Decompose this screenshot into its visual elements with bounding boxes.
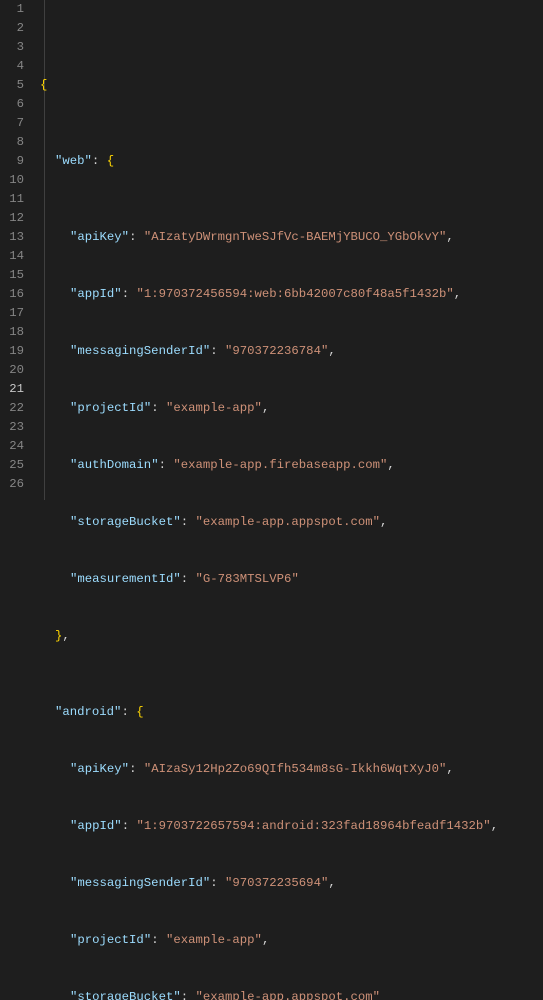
json-key: measurementId [77,572,173,586]
json-key: appId [77,287,114,301]
code-area[interactable]: { "web": { "apiKey": "AIzatyDWrmgnTweSJf… [36,0,543,500]
json-key: apiKey [77,230,121,244]
json-key: appId [77,819,114,833]
line-number: 2 [0,19,24,38]
line-number: 11 [0,190,24,209]
code-line[interactable]: "apiKey": "AIzaSy12Hp2Zo69QIfh534m8sG-Ik… [40,760,543,779]
code-line[interactable]: }, [40,627,543,646]
line-number: 26 [0,475,24,494]
line-number: 23 [0,418,24,437]
line-number: 4 [0,57,24,76]
json-key: android [62,705,114,719]
json-value: example-app [173,933,254,947]
code-line[interactable]: "android": { [40,703,543,722]
json-value: example-app.appspot.com [203,990,373,1000]
code-line[interactable]: "measurementId": "G-783MTSLVP6" [40,570,543,589]
json-key: apiKey [77,762,121,776]
json-key: projectId [77,401,143,415]
json-value: example-app [173,401,254,415]
line-number: 13 [0,228,24,247]
json-key: storageBucket [77,515,173,529]
line-number: 10 [0,171,24,190]
json-value: AIzaSy12Hp2Zo69QIfh534m8sG-Ikkh6WqtXyJ0 [151,762,439,776]
json-value: AIzatyDWrmgnTweSJfVc-BAEMjYBUCO_YGbOkvY [151,230,439,244]
json-key: messagingSenderId [77,876,202,890]
code-line[interactable]: "messagingSenderId": "970372236784", [40,342,543,361]
code-line[interactable]: { [40,76,543,95]
line-number: 20 [0,361,24,380]
line-number: 5 [0,76,24,95]
json-key: web [62,154,84,168]
line-number-gutter: 1 2 3 4 5 6 7 8 9 10 11 12 13 14 15 16 1… [0,0,36,500]
code-line[interactable]: "web": { [40,152,543,171]
json-value: 1:9703722657594:android:323fad18964bfead… [144,819,483,833]
code-line[interactable]: "appId": "1:9703722657594:android:323fad… [40,817,543,836]
line-number: 24 [0,437,24,456]
line-number: 1 [0,0,24,19]
code-line[interactable]: "authDomain": "example-app.firebaseapp.c… [40,456,543,475]
json-key: messagingSenderId [77,344,202,358]
line-number: 17 [0,304,24,323]
json-value: G-783MTSLVP6 [203,572,292,586]
line-number: 14 [0,247,24,266]
indent-guide [44,0,45,500]
json-value: 970372236784 [232,344,321,358]
line-number: 19 [0,342,24,361]
json-value: 1:970372456594:web:6bb42007c80f48a5f1432… [144,287,447,301]
code-line[interactable]: "storageBucket": "example-app.appspot.co… [40,988,543,1000]
code-line[interactable]: "messagingSenderId": "970372235694", [40,874,543,893]
line-number: 6 [0,95,24,114]
code-editor[interactable]: 1 2 3 4 5 6 7 8 9 10 11 12 13 14 15 16 1… [0,0,543,500]
line-number: 25 [0,456,24,475]
line-number: 15 [0,266,24,285]
code-line[interactable]: "projectId": "example-app", [40,399,543,418]
code-line[interactable]: "storageBucket": "example-app.appspot.co… [40,513,543,532]
json-key: storageBucket [77,990,173,1000]
line-number-active: 21 [0,380,24,399]
line-number: 18 [0,323,24,342]
line-number: 7 [0,114,24,133]
json-value: 970372235694 [232,876,321,890]
json-value: example-app.appspot.com [203,515,373,529]
line-number: 8 [0,133,24,152]
line-number: 3 [0,38,24,57]
line-number: 9 [0,152,24,171]
code-line[interactable]: "apiKey": "AIzatyDWrmgnTweSJfVc-BAEMjYBU… [40,228,543,247]
code-line[interactable]: "projectId": "example-app", [40,931,543,950]
line-number: 12 [0,209,24,228]
line-number: 22 [0,399,24,418]
json-key: authDomain [77,458,151,472]
code-line[interactable]: "appId": "1:970372456594:web:6bb42007c80… [40,285,543,304]
json-key: projectId [77,933,143,947]
line-number: 16 [0,285,24,304]
json-value: example-app.firebaseapp.com [181,458,380,472]
